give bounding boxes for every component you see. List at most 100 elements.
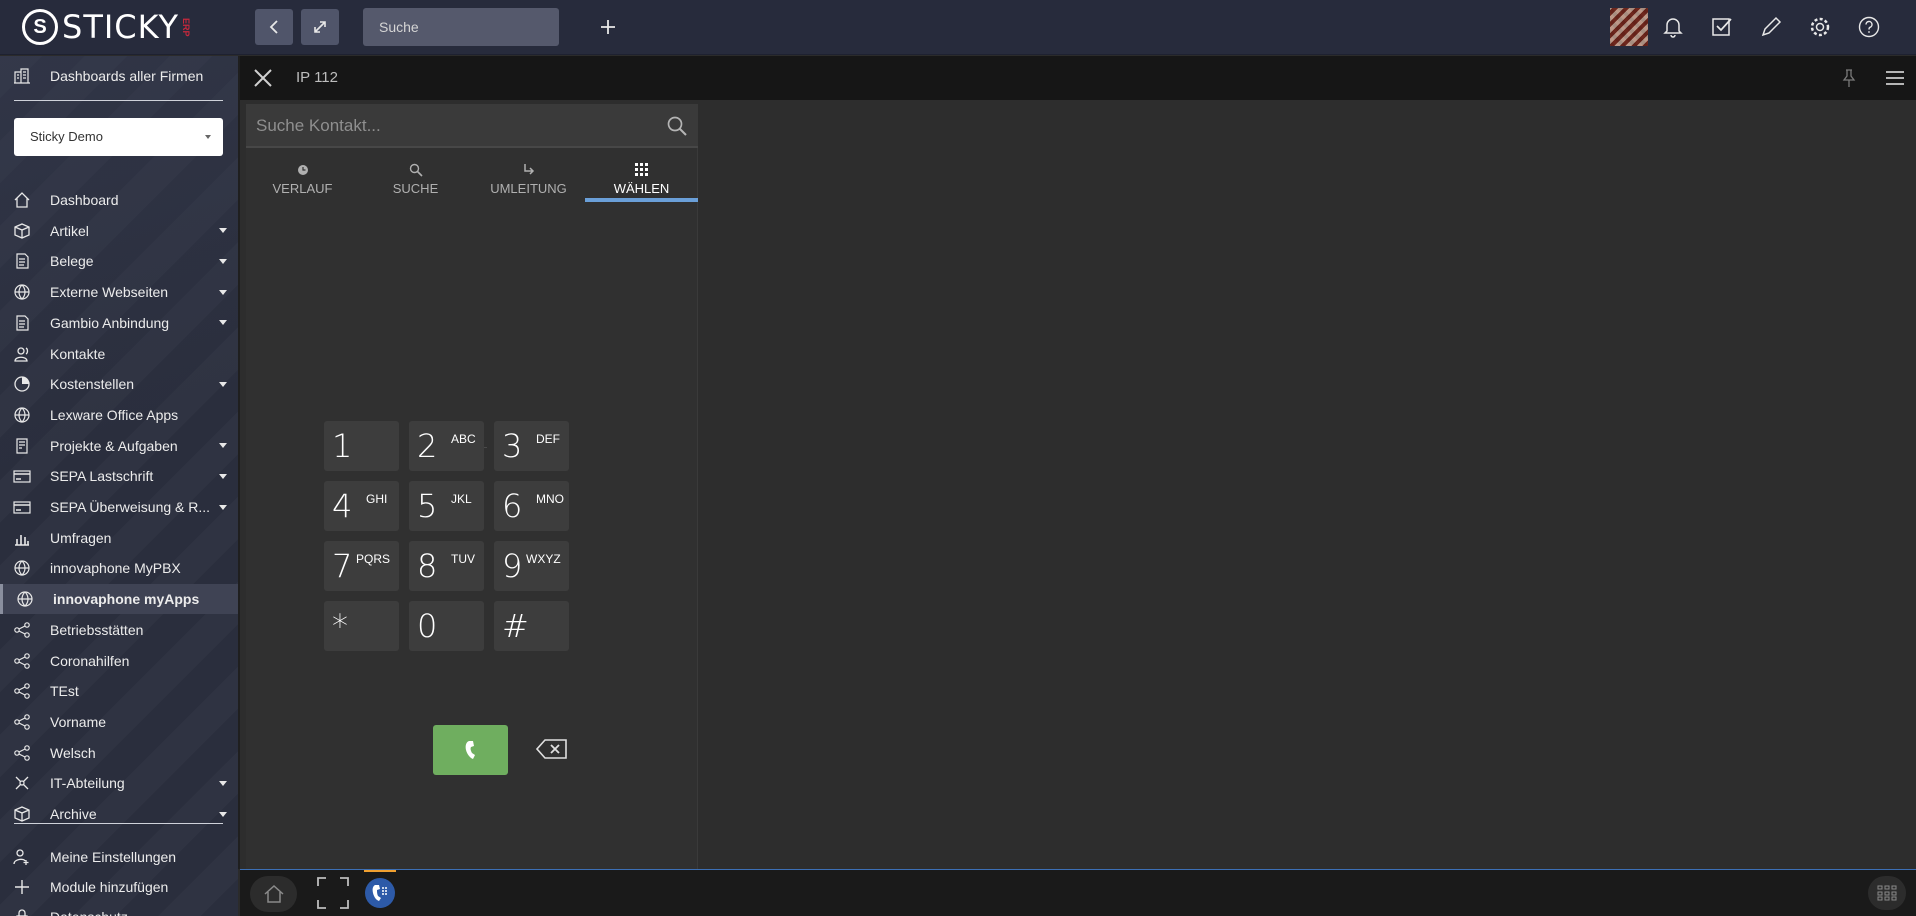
contact-search-input[interactable] [256, 113, 636, 139]
tab-suche[interactable]: SUCHE [359, 156, 472, 202]
edit-button[interactable] [1758, 14, 1784, 40]
key-letters: GHI [366, 492, 388, 506]
dialpad-key-star[interactable]: * [324, 601, 399, 651]
sidebar-item-kontakte[interactable]: Kontakte [0, 339, 238, 369]
sidebar-dashboards-all[interactable]: Dashboards aller Firmen [0, 61, 238, 91]
tasks-button[interactable] [1709, 14, 1735, 40]
expand-button[interactable] [301, 9, 339, 45]
sidebar-item-umfragen[interactable]: Umfragen [0, 523, 238, 553]
tab-label: SUCHE [392, 181, 439, 196]
caret-down-icon[interactable] [219, 289, 227, 295]
user-avatar[interactable] [1610, 8, 1648, 46]
panel-header: IP 112 [240, 56, 1916, 100]
dialpad-key-9[interactable]: 9 WXYZ [494, 541, 569, 591]
notifications-button[interactable] [1660, 14, 1686, 40]
back-button[interactable] [255, 9, 293, 45]
tab-verlauf[interactable]: VERLAUF [246, 156, 359, 202]
taskbar-fullscreen-button[interactable] [316, 876, 350, 910]
tab-umleitung[interactable]: UMLEITUNG [472, 156, 585, 202]
panel-title: IP 112 [296, 69, 338, 86]
sidebar-item-label: Gambio Anbindung [50, 314, 170, 331]
panel-menu-button[interactable] [1885, 68, 1905, 88]
sticky-logo[interactable]: S STICKY ERP [22, 8, 191, 46]
sidebar-item-kostenstellen[interactable]: Kostenstellen [0, 369, 238, 399]
caret-down-icon[interactable] [219, 443, 227, 449]
backspace-button[interactable] [535, 738, 568, 760]
caret-down-icon[interactable] [219, 258, 227, 264]
plus-icon [601, 20, 615, 34]
sidebar-item-belege[interactable]: Belege [0, 246, 238, 276]
global-search-input[interactable] [363, 8, 559, 46]
search-button[interactable] [666, 115, 688, 137]
taskbar-home-button[interactable] [250, 876, 297, 912]
box-icon [12, 221, 32, 241]
caret-down-icon[interactable] [219, 381, 227, 387]
sidebar-footer-item-datenschutz[interactable]: Datenschutz [0, 902, 238, 916]
clock-icon [296, 163, 310, 177]
search-icon [667, 116, 687, 136]
taskbar-phone-app[interactable] [364, 870, 396, 916]
tab-waehlen[interactable]: WÄHLEN [585, 156, 698, 202]
dialpad-key-4[interactable]: 4 GHI [324, 481, 399, 531]
sidebar-item-vorname[interactable]: Vorname [0, 707, 238, 737]
dialpad-key-2[interactable]: 2 ABC [409, 421, 484, 471]
key-letters: WXYZ [526, 552, 561, 566]
dialpad-key-0[interactable]: 0 [409, 601, 484, 651]
sidebar-item-innovaphone-mypbx[interactable]: innovaphone MyPBX [0, 553, 238, 583]
sidebar-item-innovaphone-myapps[interactable]: innovaphone myApps [0, 584, 238, 615]
sidebar-item-dashboard[interactable]: Dashboard [0, 185, 238, 215]
sidebar-item-it-abteilung[interactable]: IT-Abteilung [0, 768, 238, 798]
add-button[interactable] [595, 12, 621, 42]
logo-wordmark: STICKY [62, 8, 180, 46]
tab-label: UMLEITUNG [490, 181, 567, 196]
sidebar-item-sepa-überweisung-r[interactable]: SEPA Überweisung & R... [0, 492, 238, 522]
sidebar-item-label: innovaphone myApps [53, 591, 200, 608]
caret-down-icon[interactable] [219, 811, 227, 817]
caret-down-icon[interactable] [219, 504, 227, 510]
dialpad-key-3[interactable]: 3 DEF [494, 421, 569, 471]
sidebar-item-coronahilfen[interactable]: Coronahilfen [0, 646, 238, 676]
dialpad-icon [635, 163, 649, 177]
caret-down-icon[interactable] [219, 228, 227, 234]
sidebar-item-label: Coronahilfen [50, 652, 130, 669]
company-select[interactable]: Sticky Demo [14, 118, 223, 156]
caret-down-icon[interactable] [219, 320, 227, 326]
caret-down-icon[interactable] [219, 780, 227, 786]
sidebar-item-welsch[interactable]: Welsch [0, 738, 238, 768]
card-icon [12, 497, 32, 517]
top-bar: S STICKY ERP [0, 0, 1916, 55]
sidebar-item-label: IT-Abteilung [50, 775, 125, 792]
taskbar-apps-button[interactable] [1868, 876, 1906, 910]
sidebar-item-label: innovaphone MyPBX [50, 560, 181, 577]
dialpad-key-hash[interactable]: # [494, 601, 569, 651]
help-button[interactable] [1856, 14, 1882, 40]
key-digit: 1 [332, 427, 353, 465]
close-panel-button[interactable] [252, 67, 274, 89]
caret-down-icon[interactable] [219, 473, 227, 479]
call-button[interactable] [433, 725, 508, 775]
sidebar-item-artikel[interactable]: Artikel [0, 216, 238, 246]
key-digit: 5 [417, 487, 438, 525]
document-icon [12, 251, 32, 271]
sidebar-item-test[interactable]: TEst [0, 676, 238, 706]
key-digit: 4 [332, 487, 353, 525]
dialpad-key-8[interactable]: 8 TUV [409, 541, 484, 591]
dialpad-key-5[interactable]: 5 JKL [409, 481, 484, 531]
pin-button[interactable] [1841, 68, 1857, 88]
dialpad-key-6[interactable]: 6 MNO [494, 481, 569, 531]
sidebar-item-betriebsstätten[interactable]: Betriebsstätten [0, 615, 238, 645]
sidebar-item-externe-webseiten[interactable]: Externe Webseiten [0, 277, 238, 307]
dialpad-key-7[interactable]: 7 PQRS [324, 541, 399, 591]
gear-icon [1810, 17, 1830, 37]
sidebar-item-sepa-lastschrift[interactable]: SEPA Lastschrift [0, 461, 238, 491]
settings-button[interactable] [1807, 14, 1833, 40]
contact-search-bar [246, 104, 698, 148]
dialpad-key-1[interactable]: 1 [324, 421, 399, 471]
sidebar-item-archive[interactable]: Archive [0, 799, 238, 829]
sidebar-item-gambio-anbindung[interactable]: Gambio Anbindung [0, 308, 238, 338]
sidebar-footer-item-meine-einstellungen[interactable]: Meine Einstellungen [0, 842, 238, 872]
sidebar-footer-item-module-hinzufügen[interactable]: Module hinzufügen [0, 872, 238, 902]
key-letters: JKL [451, 492, 472, 506]
sidebar-item-lexware-office-apps[interactable]: Lexware Office Apps [0, 400, 238, 430]
sidebar-item-projekte-aufgaben[interactable]: Projekte & Aufgaben [0, 431, 238, 461]
